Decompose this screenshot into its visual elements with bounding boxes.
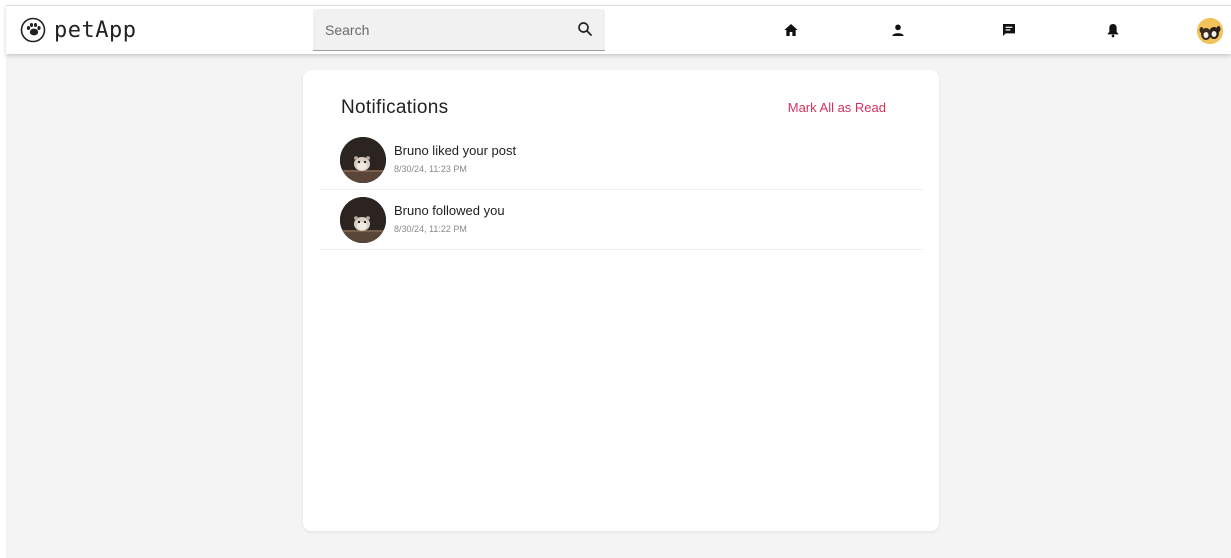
home-icon[interactable]	[781, 20, 801, 40]
notification-message: Bruno liked your post	[394, 143, 517, 158]
avatar	[340, 197, 386, 243]
dogs-avatar-icon	[1197, 18, 1223, 44]
notification-item[interactable]: Bruno liked your post 8/30/24, 11:23 PM	[319, 130, 923, 190]
top-navigation-bar: petApp	[6, 5, 1231, 54]
notifications-card: Notifications Mark All as Read Bruno lik…	[303, 70, 939, 531]
search-icon[interactable]	[576, 20, 594, 38]
app-name: petApp	[54, 17, 137, 43]
hamster-photo-icon	[340, 197, 386, 243]
avatar	[340, 137, 386, 183]
notification-item[interactable]: Bruno followed you 8/30/24, 11:22 PM	[319, 190, 923, 250]
mark-all-read-button[interactable]: Mark All as Read	[788, 100, 886, 115]
paw-logo-icon	[20, 17, 46, 43]
messages-icon[interactable]	[999, 20, 1019, 40]
notification-time: 8/30/24, 11:23 PM	[394, 164, 467, 174]
search-box[interactable]	[313, 9, 605, 51]
notification-time: 8/30/24, 11:22 PM	[394, 224, 467, 234]
profile-icon[interactable]	[888, 20, 908, 40]
notifications-title: Notifications	[341, 97, 449, 118]
main-content: Notifications Mark All as Read Bruno lik…	[6, 54, 1231, 558]
search-input[interactable]	[313, 9, 563, 50]
hamster-photo-icon	[340, 137, 386, 183]
notifications-icon[interactable]	[1103, 20, 1123, 40]
user-avatar[interactable]	[1197, 18, 1223, 44]
notification-message: Bruno followed you	[394, 203, 505, 218]
brand[interactable]: petApp	[20, 15, 136, 45]
